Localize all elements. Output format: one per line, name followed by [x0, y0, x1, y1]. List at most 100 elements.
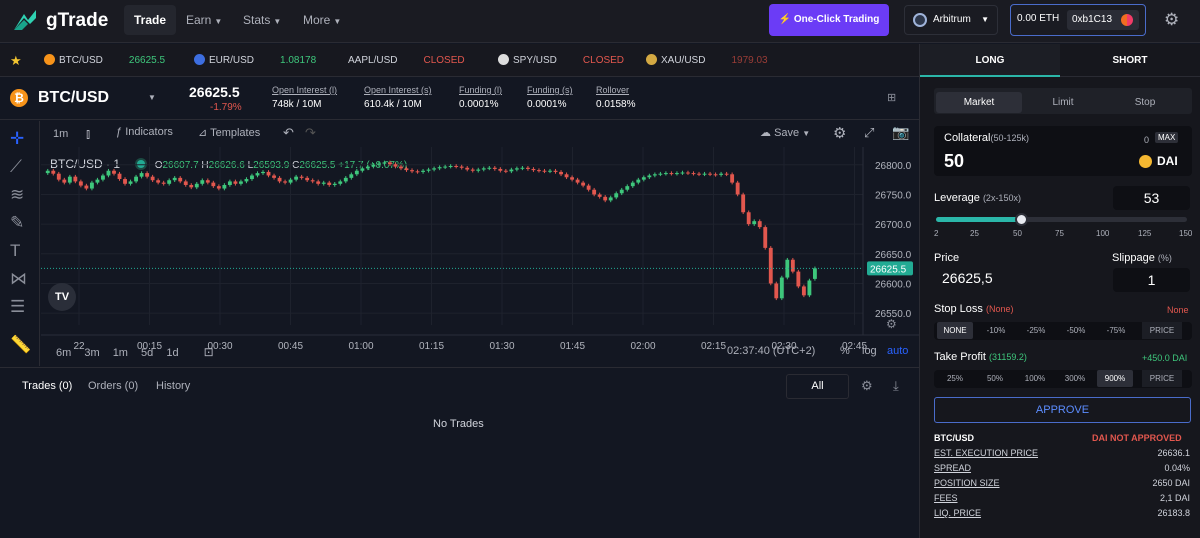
brand-name[interactable]: gTrade	[46, 10, 108, 32]
tp-chip[interactable]: 25%	[937, 370, 973, 387]
axis-settings-icon[interactable]: ⚙	[886, 317, 897, 331]
candle-body	[238, 181, 243, 184]
templates-button[interactable]: ⊿ Templates	[198, 126, 260, 139]
tp-chip[interactable]: 300%	[1057, 370, 1093, 387]
log-toggle[interactable]: log	[862, 345, 877, 357]
leverage-tick[interactable]: 25	[970, 229, 979, 238]
leverage-tick[interactable]: 2	[934, 229, 938, 238]
percent-toggle[interactable]: %	[840, 345, 850, 357]
sl-chip[interactable]: -25%	[1018, 322, 1054, 339]
auto-toggle[interactable]: auto	[887, 345, 908, 357]
chart-settings-gear-icon[interactable]: ⚙	[833, 124, 846, 142]
leverage-tick[interactable]: 50	[1013, 229, 1022, 238]
ticker-item[interactable]: XAU/USD 1979.03	[646, 44, 768, 77]
chevron-down-icon[interactable]: ▼	[148, 93, 156, 102]
nav-stats[interactable]: Stats ▼	[233, 5, 291, 35]
fullscreen-icon[interactable]: ⤢	[864, 125, 874, 141]
favorites-star-icon[interactable]: ★	[10, 53, 22, 69]
sl-chip[interactable]: -10%	[978, 322, 1014, 339]
leverage-tick[interactable]: 75	[1055, 229, 1064, 238]
ticker-item[interactable]: SPY/USD CLOSED	[498, 44, 624, 77]
chart-clock[interactable]: 02:37:40 (UTC+2)	[727, 345, 815, 357]
order-type-limit[interactable]: Limit	[1020, 92, 1106, 113]
range-1m[interactable]: 1m	[113, 347, 128, 359]
approve-button[interactable]: APPROVE	[934, 397, 1191, 423]
stat-label[interactable]: Rollover	[596, 85, 635, 95]
tp-price-chip[interactable]: PRICE	[1142, 370, 1182, 387]
max-button[interactable]: MAX	[1155, 132, 1179, 143]
network-selector[interactable]: Arbitrum ▼	[904, 5, 998, 35]
range-6m[interactable]: 6m	[56, 347, 71, 359]
settings-gear-icon[interactable]: ⚙	[1164, 10, 1179, 30]
tp-chip[interactable]: 50%	[977, 370, 1013, 387]
crosshair-icon[interactable]: ✛	[10, 129, 24, 149]
tab-long[interactable]: LONG	[920, 44, 1060, 77]
stat-label[interactable]: Funding (l)	[459, 85, 502, 95]
take-profit-note: (31159.2)	[989, 352, 1027, 362]
ruler-icon[interactable]: 📏	[10, 335, 31, 355]
camera-icon[interactable]: 📷	[892, 124, 909, 141]
tp-chip[interactable]: 100%	[1017, 370, 1053, 387]
range-1d[interactable]: 1d	[166, 347, 178, 359]
pair-selector[interactable]: BTC/USD	[38, 89, 109, 107]
ticker-item[interactable]: BTC/USD 26625.5	[44, 44, 165, 77]
leverage-slider-handle[interactable]	[1015, 213, 1029, 226]
summary-key[interactable]: LIQ. PRICE	[934, 508, 981, 518]
goto-date-icon[interactable]: ⊡	[204, 345, 214, 359]
candlestick-chart[interactable]: 26800.026750.026700.026650.026600.026550…	[41, 147, 919, 357]
collateral-input[interactable]: 50	[944, 151, 964, 172]
tab-trades[interactable]: Trades (0)	[22, 380, 72, 392]
text-tool-icon[interactable]: T	[10, 241, 20, 261]
measure-icon[interactable]: ☰	[10, 297, 25, 317]
trendline-icon[interactable]: ⟋	[10, 157, 22, 177]
range-3m[interactable]: 3m	[84, 347, 99, 359]
leverage-tick[interactable]: 125	[1138, 229, 1151, 238]
collapse-icon[interactable]: ⤓	[893, 378, 899, 394]
trades-filter-select[interactable]: All	[786, 374, 849, 399]
summary-key[interactable]: FEES	[934, 493, 958, 503]
leverage-tick[interactable]: 100	[1096, 229, 1109, 238]
leverage-tick[interactable]: 150	[1179, 229, 1192, 238]
range-5d[interactable]: 5d	[141, 347, 153, 359]
tp-chip[interactable]: 900%	[1097, 370, 1133, 387]
gtrade-logo-icon[interactable]	[12, 8, 38, 32]
summary-key[interactable]: SPREAD	[934, 463, 971, 473]
slippage-input[interactable]: 1	[1113, 268, 1190, 292]
tab-history[interactable]: History	[156, 380, 190, 392]
fib-icon[interactable]: ≋	[10, 185, 24, 205]
nav-earn[interactable]: Earn ▼	[176, 5, 232, 35]
candle-body	[796, 271, 801, 287]
undo-icon[interactable]: ↶	[283, 125, 294, 141]
stat-label[interactable]: Open Interest (l)	[272, 85, 337, 95]
grid-layout-icon[interactable]: ⊞	[887, 91, 896, 104]
stat-label[interactable]: Funding (s)	[527, 85, 573, 95]
redo-icon[interactable]: ↷	[305, 125, 316, 141]
sl-chip[interactable]: -50%	[1058, 322, 1094, 339]
ticker-item[interactable]: AAPL/USD CLOSED	[344, 44, 465, 77]
wallet-button[interactable]: 0.00 ETH 0xb1C13	[1010, 4, 1146, 36]
pattern-icon[interactable]: ⋈	[10, 269, 27, 289]
summary-key[interactable]: POSITION SIZE	[934, 478, 1000, 488]
ticker-item[interactable]: EUR/USD 1.08178	[194, 44, 316, 77]
one-click-trading-button[interactable]: ⚡ One-Click Trading	[769, 4, 889, 36]
candle-type-icon[interactable]: ⫾	[86, 126, 90, 142]
leverage-slider-track[interactable]	[936, 217, 1187, 222]
nav-more[interactable]: More ▼	[293, 5, 351, 35]
tab-orders[interactable]: Orders (0)	[88, 380, 138, 392]
brush-icon[interactable]: ✎	[10, 213, 24, 233]
leverage-input[interactable]: 53	[1113, 186, 1190, 210]
sl-chip[interactable]: NONE	[937, 322, 973, 339]
nav-trade[interactable]: Trade	[124, 5, 177, 35]
tradingview-logo-icon[interactable]: TV	[48, 283, 76, 311]
order-type-market[interactable]: Market	[936, 92, 1022, 113]
indicators-button[interactable]: ƒ Indicators	[116, 126, 173, 138]
trades-settings-gear-icon[interactable]: ⚙	[861, 378, 873, 394]
tab-short[interactable]: SHORT	[1060, 44, 1200, 77]
stat-label[interactable]: Open Interest (s)	[364, 85, 432, 95]
sl-chip[interactable]: -75%	[1098, 322, 1134, 339]
summary-key[interactable]: EST. EXECUTION PRICE	[934, 448, 1038, 458]
sl-price-chip[interactable]: PRICE	[1142, 322, 1182, 339]
interval-button[interactable]: 1m	[53, 128, 68, 140]
order-type-stop[interactable]: Stop	[1102, 92, 1188, 113]
save-button[interactable]: ☁ Save ▼	[760, 126, 810, 139]
